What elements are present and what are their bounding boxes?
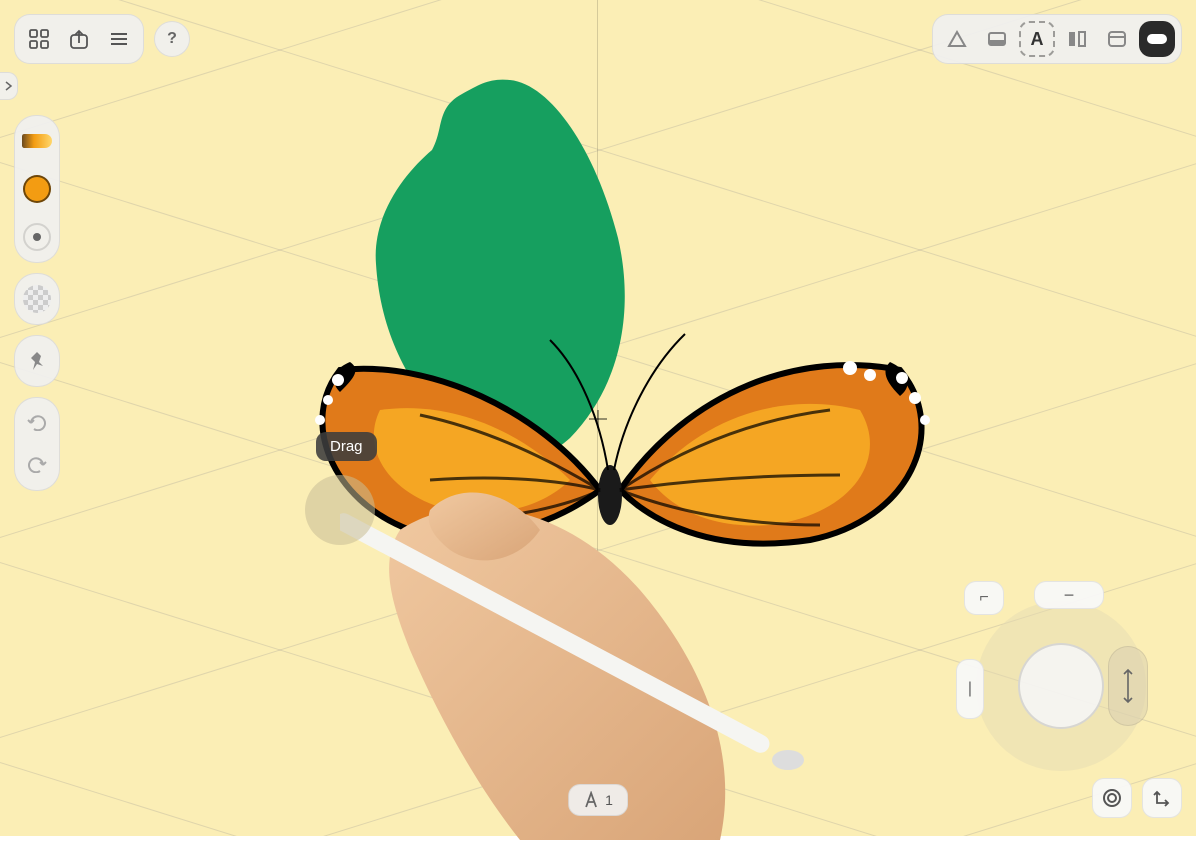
brush-tool[interactable] (20, 124, 54, 158)
undo-button[interactable] (20, 406, 54, 440)
pattern-tool[interactable] (20, 282, 54, 316)
toolbar-top-right: A (932, 14, 1182, 64)
left-tool-panel (14, 70, 60, 491)
scroll-icon (1120, 666, 1136, 706)
undo-icon (26, 415, 48, 431)
pin-icon (28, 351, 46, 371)
size-tool[interactable] (20, 220, 54, 254)
window-button[interactable] (1099, 21, 1135, 57)
upload-icon (69, 29, 89, 49)
nav-cluster: ⌐ − | (956, 581, 1166, 791)
tool-pill-pin (14, 335, 60, 387)
toolbar-group-main (14, 14, 144, 64)
redo-button[interactable] (20, 448, 54, 482)
panel-view-button[interactable] (979, 21, 1015, 57)
nav-corner-button[interactable]: ⌐ (964, 581, 1004, 615)
nav-zoom-out-button[interactable]: − (1034, 581, 1104, 609)
tool-pill-history (14, 397, 60, 491)
hamburger-icon (109, 31, 129, 47)
page-indicator[interactable]: 1 (568, 784, 628, 816)
minus-icon: − (1064, 585, 1075, 606)
redo-icon (26, 457, 48, 473)
axes-icon (1153, 789, 1171, 807)
toolbar-group-view: A (932, 14, 1182, 64)
grid-icon (29, 29, 49, 49)
triangle-view-button[interactable] (939, 21, 975, 57)
nav-scroll-button[interactable] (1108, 646, 1148, 726)
nav-joystick[interactable] (1018, 643, 1104, 729)
nav-vertical-button[interactable]: | (956, 659, 984, 719)
pill-icon (1146, 33, 1168, 45)
window-icon (1107, 30, 1127, 48)
axes-button[interactable] (1142, 778, 1182, 818)
drag-tooltip: Drag (316, 432, 377, 461)
toolbar-top-left: ? (14, 14, 190, 64)
size-dot-icon (23, 223, 51, 251)
mirror-button[interactable] (1059, 21, 1095, 57)
page-a-icon (583, 791, 599, 809)
mirror-icon (1067, 30, 1087, 48)
export-button[interactable] (61, 21, 97, 57)
tool-pill-pattern (14, 273, 60, 325)
brush-cursor (305, 475, 375, 545)
checker-icon (23, 285, 51, 313)
pill-button[interactable] (1139, 21, 1175, 57)
help-icon: ? (167, 30, 177, 48)
menu-button[interactable] (101, 21, 137, 57)
panel-icon (987, 31, 1007, 47)
text-tool-button[interactable]: A (1019, 21, 1055, 57)
brush-preview-icon (22, 134, 52, 148)
triangle-icon (947, 30, 967, 48)
apps-button[interactable] (21, 21, 57, 57)
letter-a-icon: A (1031, 29, 1044, 50)
chevron-right-icon (5, 81, 13, 91)
page-number: 1 (605, 792, 613, 808)
bottom-right-tools (1092, 778, 1182, 818)
tool-pill-brush (14, 115, 60, 263)
help-button[interactable]: ? (154, 21, 190, 57)
record-button[interactable] (1092, 778, 1132, 818)
pin-tool[interactable] (20, 344, 54, 378)
color-tool[interactable] (20, 172, 54, 206)
bar-icon: | (968, 680, 972, 698)
color-swatch-icon (23, 175, 51, 203)
record-icon (1102, 788, 1122, 808)
corner-icon: ⌐ (979, 589, 988, 607)
